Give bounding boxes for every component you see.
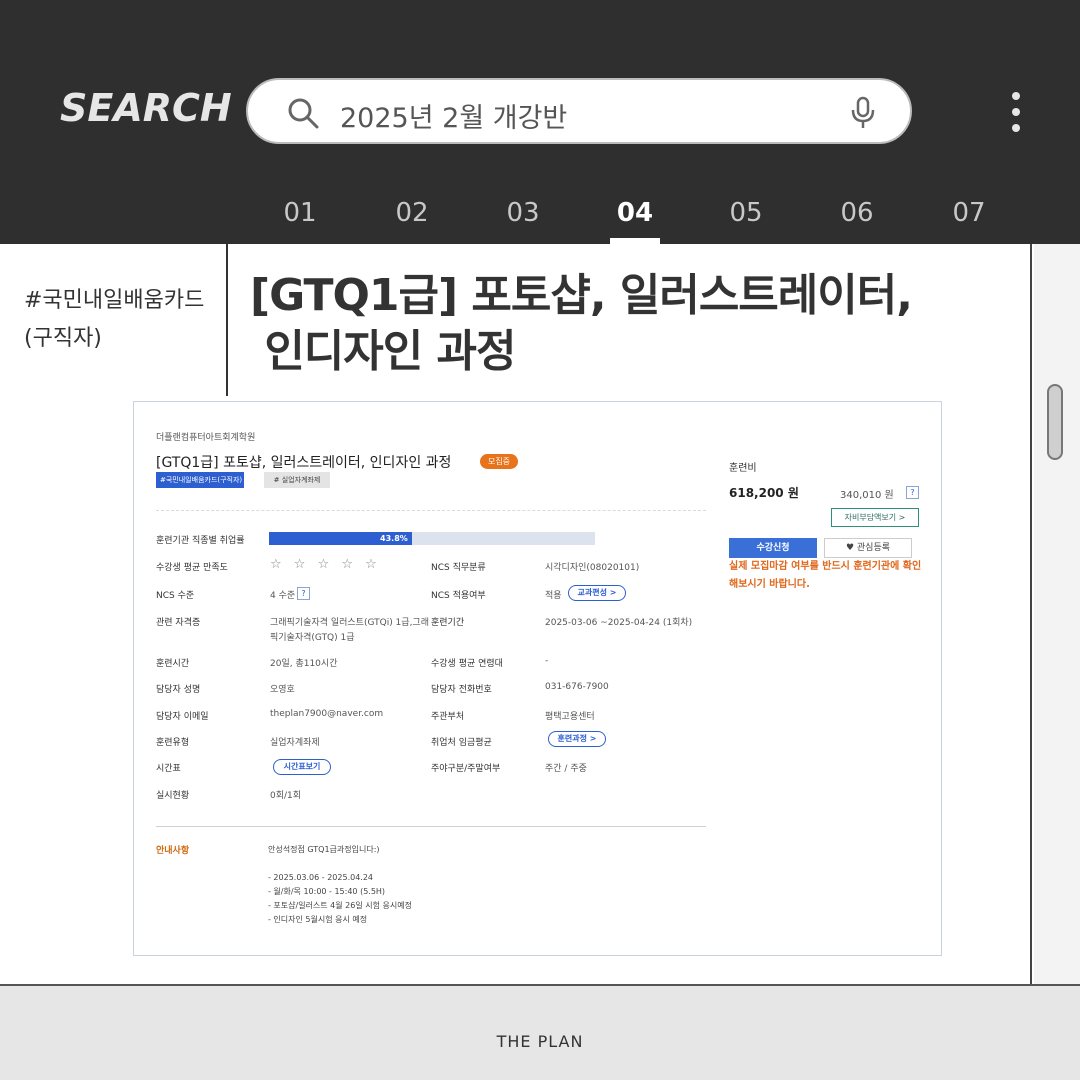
- favorite-label: 관심등록: [856, 543, 891, 553]
- more-vertical-icon[interactable]: [1008, 90, 1024, 134]
- title-line2: 인디자인 과정: [250, 326, 516, 377]
- notice-line: - 2025.03.06 - 2025.04.24: [268, 873, 374, 882]
- label-phone: 담당자 전화번호: [431, 685, 492, 695]
- hashtag: #국민내일배움카드 (구직자): [24, 282, 214, 358]
- notice-line: 안성석정점 GTQ1급과정입니다:): [268, 845, 380, 854]
- tab-01[interactable]: 01: [270, 198, 330, 228]
- label-ncs-applied: NCS 적용여부: [431, 591, 486, 601]
- apply-button[interactable]: 수강신청: [729, 538, 817, 558]
- notice-line: - 포토샵/일러스트 4월 26일 시험 응시예정: [268, 901, 412, 910]
- search-icon: [288, 98, 319, 129]
- value-manager: 오영호: [270, 685, 295, 695]
- label-hours: 훈련시간: [156, 659, 190, 669]
- scrollbar-track[interactable]: [1034, 244, 1080, 984]
- fee-value: 618,200 원: [729, 486, 799, 500]
- brand-logo: SEARCH: [60, 86, 232, 130]
- label-training-type: 훈련유형: [156, 738, 190, 748]
- value-email: theplan7900@naver.com: [270, 709, 384, 719]
- label-age: 수강생 평균 연령대: [431, 659, 503, 669]
- label-certificate: 관련 자격증: [156, 618, 201, 628]
- microphone-icon[interactable]: [850, 96, 876, 130]
- course-card-screenshot: 더플랜컴퓨터아트회계학원 [GTQ1급] 포토샵, 일러스트레이터, 인디자인 …: [133, 401, 942, 956]
- label-timetable: 시간표: [156, 764, 181, 774]
- tab-06[interactable]: 06: [827, 198, 887, 228]
- tab-03[interactable]: 03: [493, 198, 553, 228]
- tab-04[interactable]: 04: [605, 198, 665, 228]
- employment-rate-value: 43.8%: [380, 534, 408, 543]
- warning-text: 실제 모집마감 여부를 반드시 훈련기관에 확인해보시기 바랍니다.: [729, 561, 922, 590]
- status-badge: 모집중: [480, 454, 518, 469]
- help-icon[interactable]: ?: [906, 486, 919, 499]
- curriculum-button[interactable]: 교과편성 >: [568, 585, 626, 601]
- label-satisfaction: 수강생 평균 만족도: [156, 563, 228, 573]
- notice-line: - 인디자인 5월시험 응시 예정: [268, 915, 368, 924]
- value-ncs-category: 시각디자인(08020101): [545, 563, 640, 573]
- employment-rate-label: 훈련기관 직종별 취업률: [156, 536, 245, 546]
- help-icon[interactable]: ?: [297, 587, 310, 600]
- label-ministry: 주관부처: [431, 712, 465, 722]
- value-ncs-level: 4 수준: [270, 591, 296, 601]
- footer-brand: THE PLAN: [496, 1032, 584, 1051]
- vertical-divider: [226, 244, 228, 396]
- hashtag-line1: #국민내일배움카드: [24, 288, 205, 313]
- title-line1: [GTQ1급] 포토샵, 일러스트레이터,: [250, 270, 913, 321]
- divider: [156, 510, 706, 511]
- value-training-type: 실업자계좌제: [270, 738, 320, 748]
- search-box[interactable]: 2025년 2월 개강반: [246, 78, 912, 144]
- training-course-button[interactable]: 훈련과정 >: [548, 731, 606, 747]
- tab-02[interactable]: 02: [382, 198, 442, 228]
- value-ministry: 평택고용센터: [545, 712, 595, 722]
- academy-name: 더플랜컴퓨터아트회계학원: [156, 433, 256, 443]
- value-hours: 20일, 총110시간: [270, 659, 338, 669]
- tag-account: # 실업자계좌제: [264, 472, 330, 488]
- footer: THE PLAN: [0, 984, 1080, 1080]
- page-title: [GTQ1급] 포토샵, 일러스트레이터, 인디자인 과정: [250, 268, 1020, 380]
- value-day-night: 주간 / 주중: [545, 764, 587, 774]
- hashtag-line2: (구직자): [24, 326, 102, 351]
- heart-icon: ♥: [845, 543, 855, 553]
- employment-rate-fill: 43.8%: [269, 532, 412, 545]
- self-pay-value: 340,010 원: [840, 490, 894, 501]
- label-ncs-category: NCS 직무분류: [431, 563, 486, 573]
- label-day-night: 주야구분/주말여부: [431, 764, 501, 774]
- top-bar: SEARCH 2025년 2월 개강반 01 02 03 04 05 06 07: [0, 0, 1080, 244]
- fee-label: 훈련비: [729, 463, 757, 474]
- timetable-button[interactable]: 시간표보기: [273, 759, 331, 775]
- notice-text: 안성석정점 GTQ1급과정입니다:) - 2025.03.06 - 2025.0…: [268, 843, 412, 927]
- star-rating: ☆ ☆ ☆ ☆ ☆: [270, 557, 381, 572]
- tab-05[interactable]: 05: [716, 198, 776, 228]
- employment-rate-bar: 43.8%: [269, 532, 595, 545]
- value-ncs-applied: 적용: [545, 591, 562, 601]
- value-certificate-2: 픽기술자격(GTQ) 1급: [270, 633, 355, 643]
- favorite-button[interactable]: ♥ 관심등록: [824, 538, 912, 558]
- notice-line: [268, 857, 412, 871]
- label-ncs-level: NCS 수준: [156, 591, 195, 601]
- self-pay-button[interactable]: 자비부담액보기 >: [831, 508, 919, 527]
- value-certificate: 그래픽기술자격 일러스트(GTQi) 1급,그래: [270, 618, 429, 628]
- value-age: -: [545, 656, 549, 666]
- notice-line: - 월/화/목 10:00 - 15:40 (5.5H): [268, 887, 386, 896]
- label-status: 실시현황: [156, 791, 190, 801]
- search-input[interactable]: 2025년 2월 개강반: [340, 96, 567, 135]
- label-wage: 취업처 임금평균: [431, 738, 492, 748]
- notice-label: 안내사항: [156, 846, 190, 856]
- value-period: 2025-03-06 ~2025-04-24 (1회차): [545, 618, 693, 628]
- tab-07[interactable]: 07: [939, 198, 999, 228]
- course-title: [GTQ1급] 포토샵, 일러스트레이터, 인디자인 과정: [156, 455, 452, 471]
- value-status: 0회/1회: [270, 791, 302, 801]
- label-manager: 담당자 성명: [156, 685, 201, 695]
- tag-card: #국민내일배움카드(구직자): [156, 472, 244, 488]
- value-phone: 031-676-7900: [545, 682, 609, 692]
- label-email: 담당자 이메일: [156, 712, 209, 722]
- scrollbar-thumb[interactable]: [1047, 384, 1063, 460]
- label-period: 훈련기간: [431, 618, 465, 628]
- divider: [156, 826, 706, 827]
